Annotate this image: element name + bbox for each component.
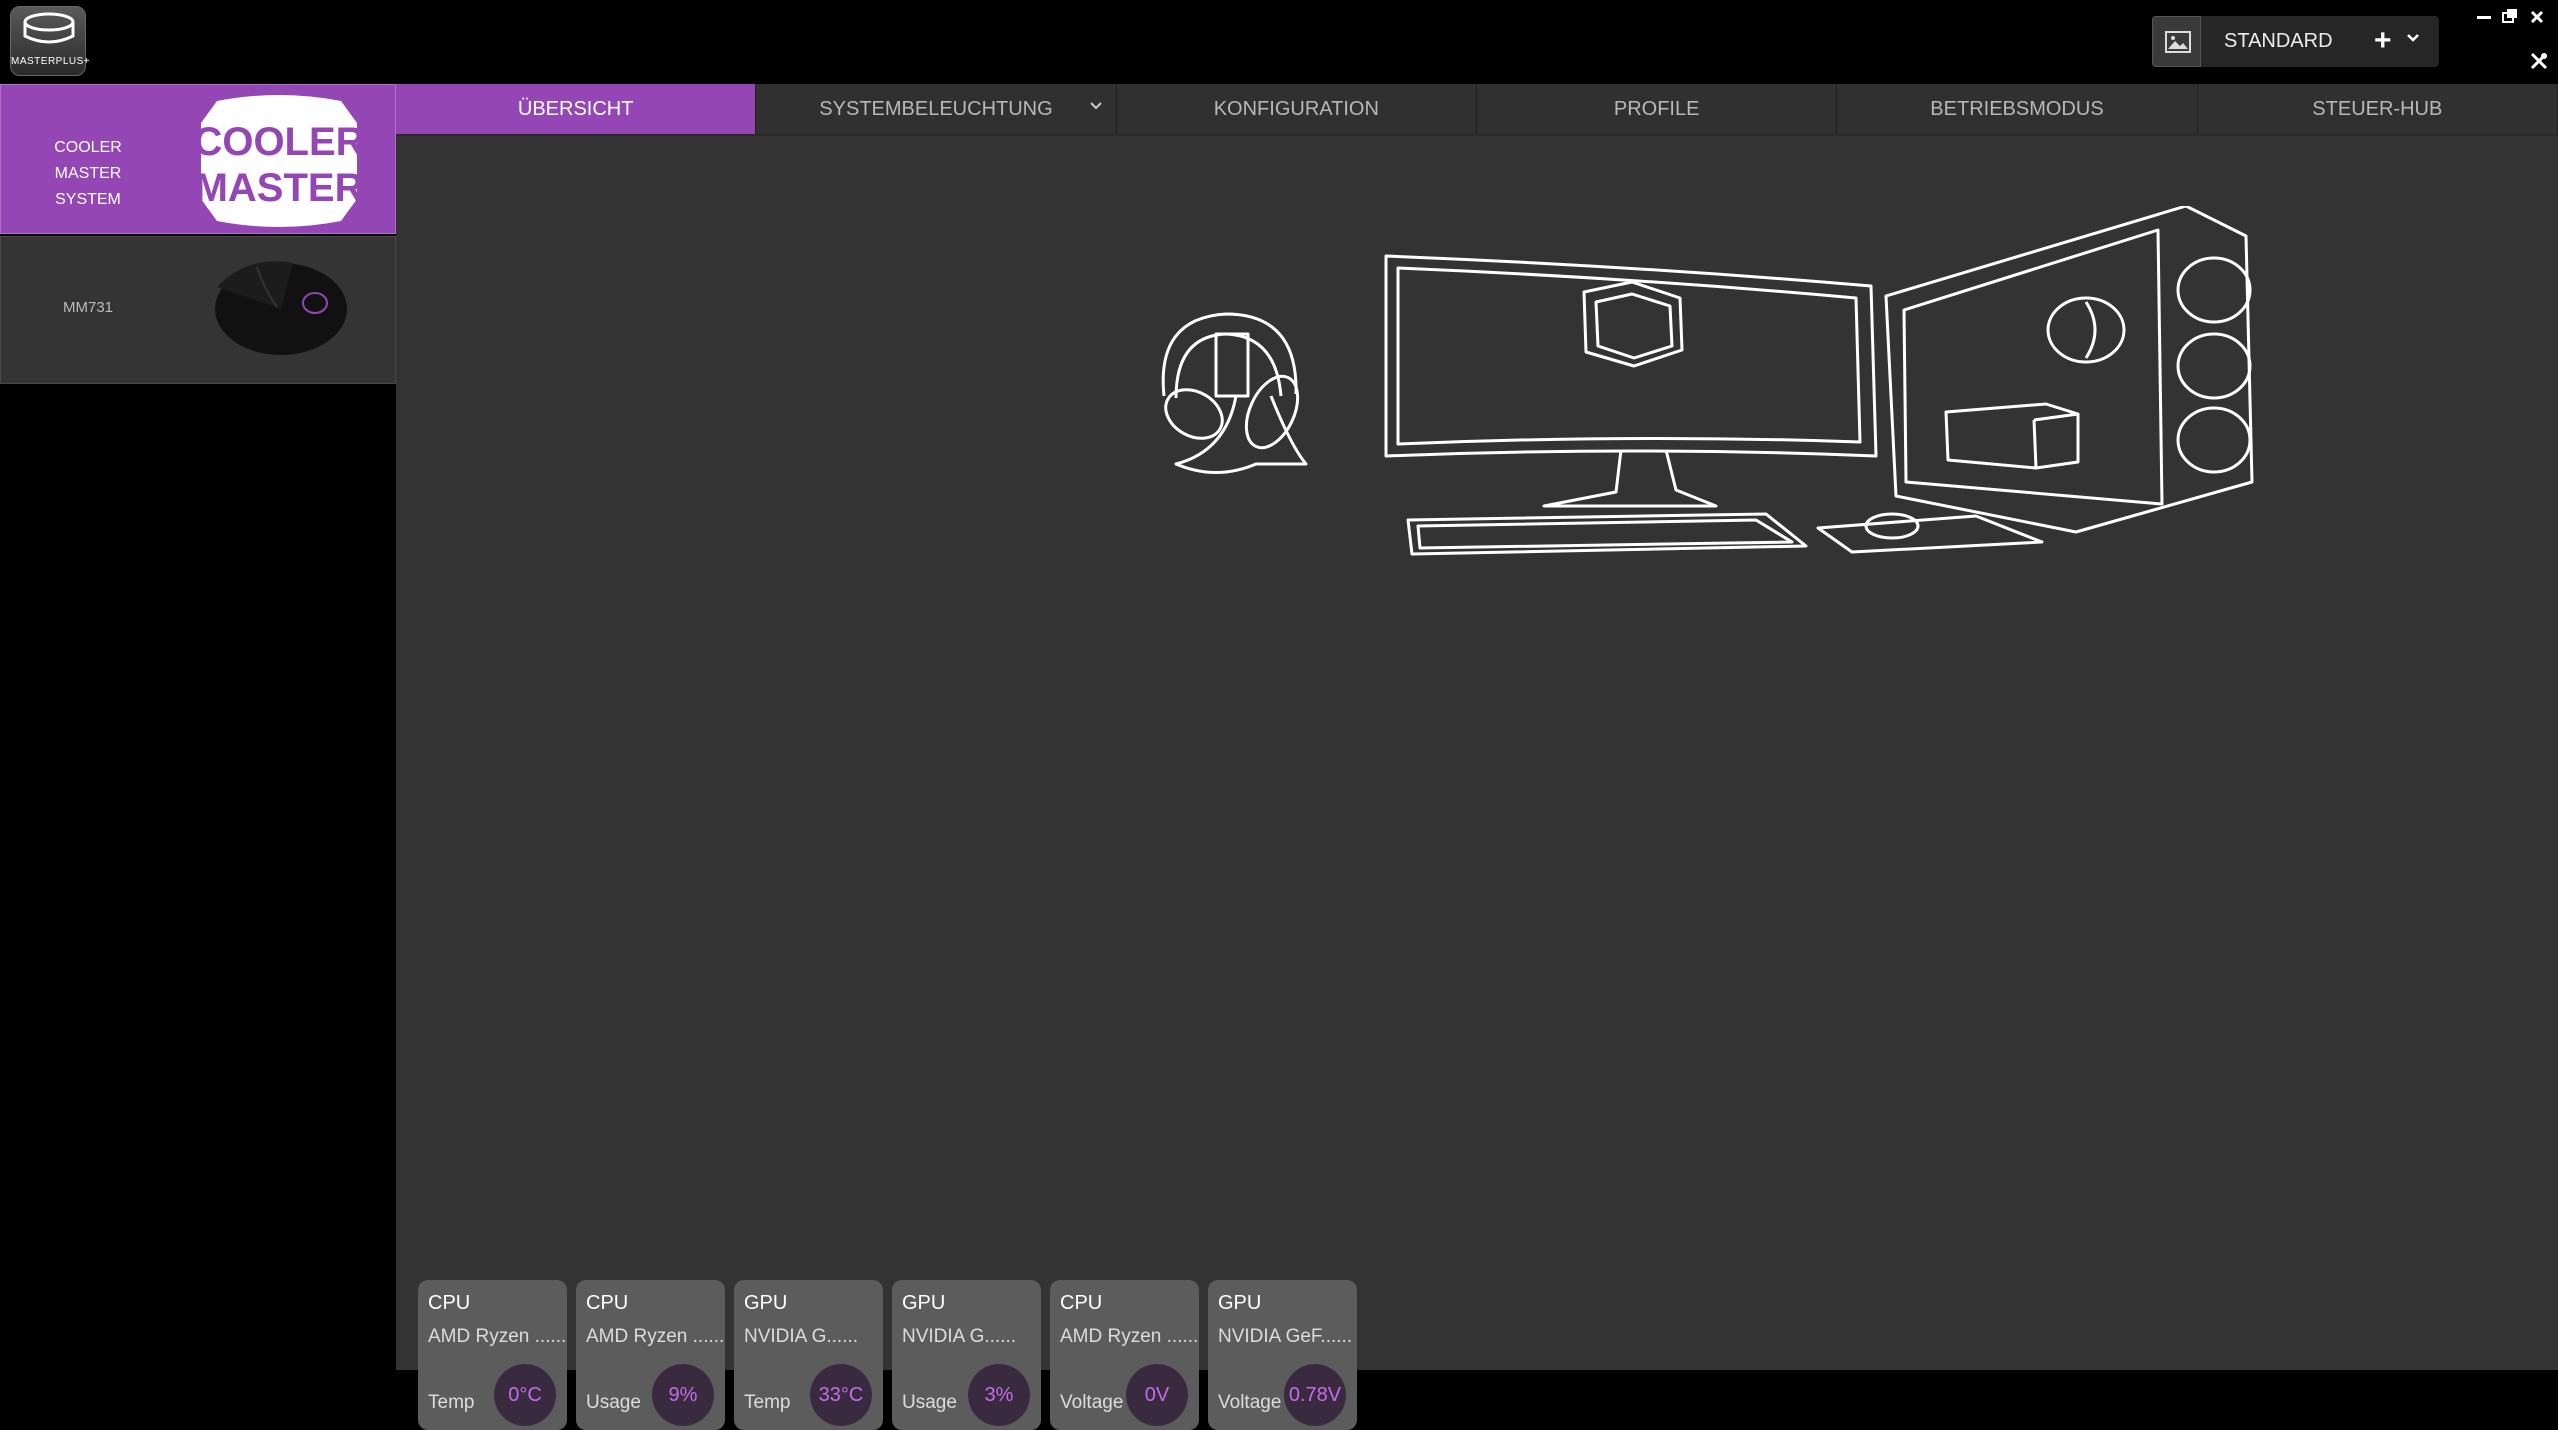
minimize-icon[interactable] <box>2476 4 2492 25</box>
widget-metric: Voltage <box>1060 1392 1124 1413</box>
profile-name: STANDARD <box>2224 30 2333 52</box>
logo-text-master: MASTER <box>197 166 361 210</box>
monitor-widget-gpu-usage[interactable]: GPU NVIDIA G...... Usage 3% <box>892 1280 1041 1430</box>
widget-device-name: NVIDIA G...... <box>744 1326 859 1347</box>
restore-icon[interactable] <box>2502 8 2518 29</box>
widget-type: CPU <box>428 1292 471 1314</box>
tab-label: STEUER-HUB <box>2312 97 2443 120</box>
setup-illustration <box>1161 206 2254 556</box>
logo-text-cooler: COOLER <box>197 120 361 164</box>
widget-type: CPU <box>1060 1292 1103 1314</box>
widget-device-name: NVIDIA GeF...... <box>1218 1326 1353 1347</box>
widget-type: GPU <box>902 1292 946 1314</box>
tab-label: BETRIEBSMODUS <box>1930 97 2104 120</box>
widget-metric: Usage <box>902 1392 957 1413</box>
widget-value: 0°C <box>494 1364 556 1426</box>
profile-selector[interactable]: STANDARD + <box>2152 16 2439 67</box>
widget-metric: Voltage <box>1218 1392 1282 1413</box>
device-label: MM731 <box>62 299 114 316</box>
monitor-widget-cpu-usage[interactable]: CPU AMD Ryzen ...... Usage 9% <box>576 1280 725 1430</box>
cooler-master-logo: COOLER MASTER <box>197 95 361 227</box>
tab-uebersicht[interactable]: ÜBERSICHT <box>396 84 757 134</box>
tools-icon[interactable] <box>2530 52 2548 75</box>
monitor-widget-gpu-voltage[interactable]: GPU NVIDIA GeF...... Voltage 0.78V <box>1208 1280 1357 1430</box>
tab-label: PROFILE <box>1613 97 1700 120</box>
plus-icon[interactable]: + <box>2374 24 2392 58</box>
mouse-image <box>215 261 347 355</box>
widget-value: 3% <box>968 1364 1030 1426</box>
widget-device-name: AMD Ryzen ...... <box>428 1326 567 1347</box>
masterplus-logo[interactable]: MASTERPLUS+ <box>10 6 91 76</box>
tab-konfiguration[interactable]: KONFIGURATION <box>1117 84 1477 134</box>
widget-device-name: NVIDIA G...... <box>902 1326 1017 1347</box>
overview-panel: CPU AMD Ryzen ...... Temp 0°C CPU AMD Ry… <box>396 136 2558 1430</box>
widget-type: CPU <box>586 1292 629 1314</box>
tab-systembeleuchtung[interactable]: SYSTEMBELEUCHTUNG <box>756 84 1117 134</box>
device-sidebar: COOLER MASTER SYSTEM COOLER MASTER MM731 <box>0 84 396 1370</box>
tab-label: SYSTEMBELEUCHTUNG <box>819 97 1053 120</box>
tab-label: ÜBERSICHT <box>517 97 634 120</box>
tab-label: KONFIGURATION <box>1213 97 1379 120</box>
widget-metric: Temp <box>428 1392 475 1413</box>
monitor-widget-gpu-temp[interactable]: GPU NVIDIA G...... Temp 33°C <box>734 1280 883 1430</box>
tab-bar: ÜBERSICHT SYSTEMBELEUCHTUNG KONFIGURATIO… <box>396 84 2558 136</box>
chevron-down-icon[interactable] <box>2406 30 2420 48</box>
tab-betriebsmodus[interactable]: BETRIEBSMODUS <box>1837 84 2198 134</box>
tab-steuer-hub[interactable]: STEUER-HUB <box>2198 84 2558 134</box>
device-cooler-master-system[interactable]: COOLER MASTER SYSTEM COOLER MASTER <box>0 84 396 234</box>
widget-type: GPU <box>1218 1292 1262 1314</box>
image-icon <box>2165 31 2191 53</box>
close-icon[interactable] <box>2530 8 2544 29</box>
monitor-widget-cpu-temp[interactable]: CPU AMD Ryzen ...... Temp 0°C <box>418 1280 567 1430</box>
title-bar: MASTERPLUS+ STANDARD + <box>0 0 2558 84</box>
chevron-down-icon[interactable] <box>1089 97 1102 115</box>
widget-device-name: AMD Ryzen ...... <box>586 1326 725 1347</box>
widget-type: GPU <box>744 1292 788 1314</box>
widget-value: 33°C <box>810 1364 872 1426</box>
tab-profile[interactable]: PROFILE <box>1477 84 1838 134</box>
masterplus-logo-icon <box>23 12 75 44</box>
logo-text: MASTERPLUS+ <box>11 56 91 67</box>
widget-metric: Temp <box>744 1392 791 1413</box>
device-label: COOLER MASTER SYSTEM <box>54 139 122 208</box>
widget-value: 0.78V <box>1284 1364 1346 1426</box>
widget-value: 0V <box>1126 1364 1188 1426</box>
widget-value: 9% <box>652 1364 714 1426</box>
widget-metric: Usage <box>586 1392 641 1413</box>
device-mm731[interactable]: MM731 <box>0 236 396 384</box>
monitor-widget-cpu-voltage[interactable]: CPU AMD Ryzen ...... Voltage 0V <box>1050 1280 1199 1430</box>
widget-device-name: AMD Ryzen ...... <box>1060 1326 1199 1347</box>
profile-image-button[interactable] <box>2152 16 2201 67</box>
